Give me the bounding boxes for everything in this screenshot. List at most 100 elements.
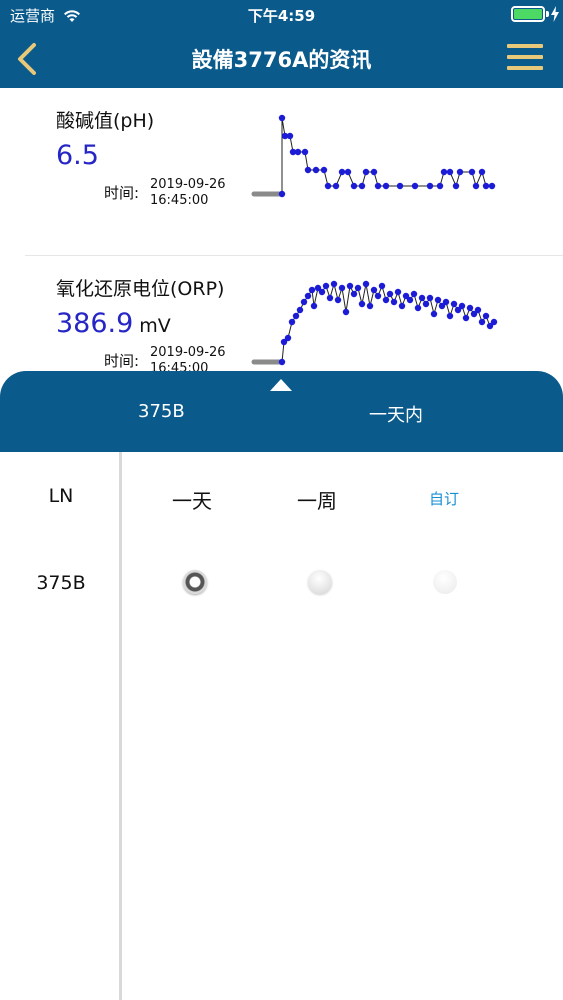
sensor-value-number: 6.5 [56,140,99,171]
sparkline-point [436,182,444,190]
sparkline-point [478,168,486,176]
status-bar: 运营商 下午4:59 [0,0,563,30]
sensor-label: 酸碱值(pH) [56,110,155,132]
sensor-value: 386.9 mV [56,308,171,339]
device-list-item[interactable]: 375B [0,572,122,594]
sparkline-point [294,148,302,156]
sparkline-point [310,302,318,310]
sparkline-point [426,294,434,302]
sparkline-point [430,310,438,318]
sparkline-point [342,308,350,316]
sparkline-point [358,182,366,190]
option-one-day[interactable]: 一天 [172,485,212,514]
sparkline-point [398,302,406,310]
sparkline-point [446,312,454,320]
sparkline-point [466,304,474,312]
sparkline-point [446,168,454,176]
device-list-header: LN [48,485,74,507]
timestamp-time: 16:45:00 [150,361,209,371]
sensor-unit: mV [139,315,171,337]
sparkline-point [330,280,338,288]
sparkline-point [382,182,390,190]
sparkline-point [382,296,390,304]
sparkline-point [490,318,498,326]
sparkline-point [478,318,486,326]
sparkline-point [468,168,476,176]
sparkline-point [296,306,304,314]
sparkline-point [488,182,496,190]
sparkline-point [344,168,352,176]
time-label: 时间: [104,352,140,370]
sparkline-point [390,298,398,306]
sparkline-point [278,358,286,366]
hamburger-menu-icon[interactable] [507,44,543,72]
sparkline-point [304,166,312,174]
sparkline-point [332,182,340,190]
sensor-label: 氧化还原电位(ORP) [56,278,225,300]
sparkline-point [278,114,286,122]
sparkline-point [442,298,450,306]
sparkline-point [406,296,414,304]
sparkline-point [334,296,342,304]
radio-one-day[interactable] [183,570,207,594]
sparkline-point [440,168,448,176]
time-label: 时间: [104,184,140,202]
sparkline-point [474,306,482,314]
sensor-row-ph[interactable]: 酸碱值(pH) 6.5 时间: 2019-09-26 16:45:00 [0,88,563,256]
radio-one-week[interactable] [308,570,332,594]
sensor-value: 6.5 [56,140,99,171]
sparkline-point [458,302,466,310]
sparkline-point [350,182,358,190]
caret-up-icon[interactable] [270,379,292,391]
timestamp-time: 16:45:00 [150,193,209,208]
sparkline-point [322,282,330,290]
sparkline-point [410,290,418,298]
sparkline-point [396,182,404,190]
filter-drawer-header[interactable]: 375B 一天内 [0,371,563,452]
sparkline-point [286,132,294,140]
sparkline-point [462,314,470,322]
page-title: 設備3776A的资讯 [191,48,372,72]
sparkline-point [426,182,434,190]
sparkline-point [414,304,422,312]
option-one-week[interactable]: 一周 [297,485,337,514]
top-bar: 运营商 下午4:59 設備3776A的资讯 [0,0,563,88]
selected-device[interactable]: 375B [138,401,185,422]
timestamp: 2019-09-26 16:45:00 [150,345,226,371]
sparkline-point [374,182,382,190]
sparkline-point [338,168,346,176]
sparkline-point [304,292,312,300]
timestamp-date: 2019-09-26 [150,345,226,360]
sparkline-line [281,117,492,194]
sparkline-point [324,182,332,190]
sensor-value-number: 386.9 [56,308,134,339]
filter-drawer-body: LN 375B 一天 一周 自订 [0,452,563,1000]
sparkline-point [422,300,430,308]
navigation-bar: 設備3776A的资讯 [0,30,563,88]
sparkline-point [418,294,426,302]
sparkline-point [370,168,378,176]
sparkline-point [318,288,326,296]
sparkline-point [346,282,354,290]
sparkline-point [366,302,374,310]
selected-range[interactable]: 一天内 [369,401,423,427]
sparkline-point [350,290,358,298]
sparkline-point [378,282,386,290]
sparkline-point [292,312,300,320]
sparkline-point [312,166,320,174]
sparkline-point [320,166,328,174]
sparkline-point [452,182,460,190]
sparkline-point [450,300,458,308]
radio-custom[interactable] [433,570,457,594]
sparkline-point [338,284,346,292]
sparkline-point [284,334,292,342]
sparkline-point [362,168,370,176]
sensor-row-orp[interactable]: 氧化还原电位(ORP) 386.9 mV 时间: 2019-09-26 16:45… [0,256,563,371]
option-custom[interactable]: 自订 [429,488,459,509]
orp-trend-sparkline [251,280,498,366]
sparkline-point [456,168,464,176]
status-time: 下午4:59 [247,7,316,25]
sparkline-point [301,148,309,156]
device-list: LN 375B [0,452,122,1000]
sparkline-point [482,182,490,190]
